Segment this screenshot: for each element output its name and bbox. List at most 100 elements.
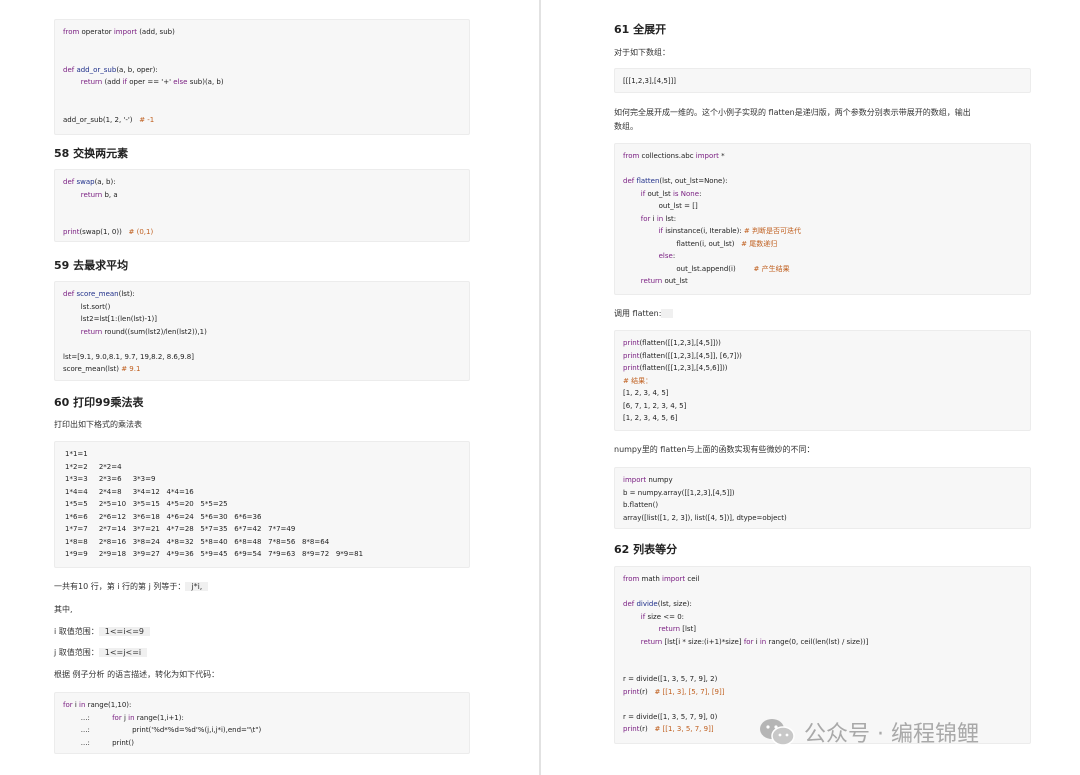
code-line: return b, a [63,190,118,199]
code-line: lst2=lst[1:(len(lst)-1)] [63,315,157,323]
table-row: 1*1=1 [65,450,88,458]
code-block-numpy: import numpy b = numpy.array([[1,2,3],[4,… [614,467,1031,529]
table-row: 1*8=8 2*8=16 3*8=24 4*8=32 5*8=40 6*8=48… [65,537,330,546]
code-line: return (add if oper == '+' else sub)(a, … [63,78,224,86]
table-row: 1*3=3 2*3=6 3*3=9 [65,475,156,483]
paragraph-61b-line2: 数组。 [614,122,638,131]
code-line: ...: print('%d*%d=%d'%(j,i,j*i),end="\t"… [63,726,262,734]
code-line: else: [623,252,676,260]
rows-text: 一共有10 行，第 i 行的第 j 列等于： [54,582,186,591]
code-line: print(flatten([[1,2,3],[4,5]])) [623,339,721,347]
paragraph-rows: 一共有10 行，第 i 行的第 j 列等于： j*i, [54,581,209,592]
code-line: return round((sum(lst2)/len(lst2)),1) [63,327,207,336]
wechat-icon [760,719,795,746]
watermark-text: 公众号 · 编程锦鲤 [804,722,979,747]
call-text: 调用 flatten: [614,309,662,318]
paragraph-call: 调用 flatten: [614,308,674,319]
left-page: from operator import (add, sub) def add_… [0,0,540,775]
code-line: flatten(i, out_lst) # 尾数递归 [623,239,778,248]
right-page: 61 全展开 对于如下数组： [[[1,2,3],[4,5]]] 如何完全展开成… [541,0,1080,775]
code-line: b.flatten() [623,501,659,509]
code-line: def score_mean(lst): [63,290,135,298]
j-range-label: j 取值范围： [54,648,99,657]
j-range-code: 1<=j<=i [98,648,148,657]
code-line: score_mean(lst) # 9.1 [63,365,141,373]
table-row: 1*4=4 2*4=8 3*4=12 4*4=16 [65,487,194,496]
heading-60: 60 打印99乘法表 [54,396,144,409]
code-block-loop: for i in range(1,10): ...: for j in rang… [54,692,470,754]
code-line: def divide(lst, size): [623,600,692,608]
code-line: def swap(a, b): [63,178,116,186]
code-block-swap: def swap(a, b): return b, a print(swap(1… [54,169,470,242]
code-line: [[[1,2,3],[4,5]]] [623,77,677,85]
code-line: lst.sort() [63,302,111,311]
code-line: return [lst] [623,625,697,633]
code-line: import numpy [623,476,673,484]
paragraph-61b-line1: 如何完全展开成一维的。这个小例子实现的 flatten是递归版，两个参数分别表示… [614,108,971,117]
code-line: ...: print() [63,738,134,747]
code-line: for i in lst: [623,214,677,223]
paragraph-j-range: j 取值范围： 1<=j<=i [54,647,148,658]
paragraph-numpy: numpy里的 flatten与上面的函数实现有些微妙的不同： [614,445,815,454]
heading-61: 61 全展开 [614,23,667,36]
paragraph-where: 其中, [54,605,73,614]
code-line: if isinstance(i, Iterable): # 判断是否可迭代 [623,227,802,235]
table-row: 1*5=5 2*5=10 3*5=15 4*5=20 5*5=25 [65,500,228,508]
code-block-array: [[[1,2,3],[4,5]]] [614,68,1031,93]
call-inline-code [661,309,674,318]
code-line: from operator import (add, sub) [63,28,175,36]
code-line: out_lst = [] [623,202,698,210]
code-line: for i in range(1,10): [63,701,132,709]
code-line: print(flatten([[1,2,3],[4,5,6]])) [623,364,728,372]
code-line: if out_lst is None: [623,189,702,198]
code-line: def add_or_sub(a, b, oper): [63,65,158,74]
code-line: [6, 7, 1, 2, 3, 4, 5] [623,401,687,410]
heading-62: 62 列表等分 [614,543,678,556]
paragraph-i-range: i 取值范围： 1<=i<=9 [54,626,150,637]
code-line: return [lst[i * size:(i+1)*size] for i i… [623,637,869,646]
heading-59: 59 去最求平均 [54,259,129,272]
code-line: def flatten(lst, out_lst=None): [623,177,728,185]
code-line: print(r) # [[1, 3], [5, 7], [9]] [623,687,725,696]
heading-58: 58 交换两元素 [54,147,129,160]
code-line: return out_lst [623,277,688,285]
code-line: # 结果： [623,376,653,385]
watermark: 公众号 · 编程锦鲤 [758,716,979,748]
code-block-flatten: from collections.abc import * def flatte… [614,143,1031,295]
i-range-label: i 取值范围： [54,627,99,636]
paragraph-60: 打印出如下格式的乘法表 [54,420,142,429]
code-line: b = numpy.array([[1,2,3],[4,5]]) [623,488,735,497]
code-line: r = divide([1, 3, 5, 7, 9], 2) [623,675,718,683]
multiplication-table-block: 1*1=1 1*2=2 2*2=4 1*3=3 2*3=6 3*3=9 1*4=4 2… [54,441,470,568]
code-line: [1, 2, 3, 4, 5, 6] [623,414,678,422]
code-block-add-or-sub: from operator import (add, sub) def add_… [54,19,470,135]
code-line: add_or_sub(1, 2, '-') # -1 [63,115,155,124]
code-line: ...: for j in range(1,i+1): [63,713,184,722]
code-line: array([list([1, 2, 3]), list([4, 5])], d… [623,513,787,522]
code-line: print(swap(1, 0)) # (0,1) [63,228,154,236]
i-range-code: 1<=i<=9 [98,627,150,636]
code-line: from math import ceil [623,575,700,583]
code-line: from collections.abc import * [623,152,725,160]
code-line: out_lst.append(i) # 产生结果 [623,264,790,273]
table-row: 1*6=6 2*6=12 3*6=18 4*6=24 5*6=30 6*6=36 [65,512,262,521]
code-line: [1, 2, 3, 4, 5] [623,389,669,397]
paragraph-convert: 根据 例子分析 的语言描述，转化为如下代码： [54,670,220,679]
code-line: if size <= 0: [623,612,685,621]
table-row: 1*9=9 2*9=18 3*9=27 4*9=36 5*9=45 6*9=54… [65,550,364,558]
code-block-call-flatten: print(flatten([[1,2,3],[4,5]])) print(fla… [614,330,1031,431]
rows-inline-code: j*i, [185,582,209,591]
code-line: print(flatten([[1,2,3],[4,5]], [6,7])) [623,351,742,360]
code-block-score-mean: def score_mean(lst): lst.sort() lst2=lst… [54,281,470,381]
